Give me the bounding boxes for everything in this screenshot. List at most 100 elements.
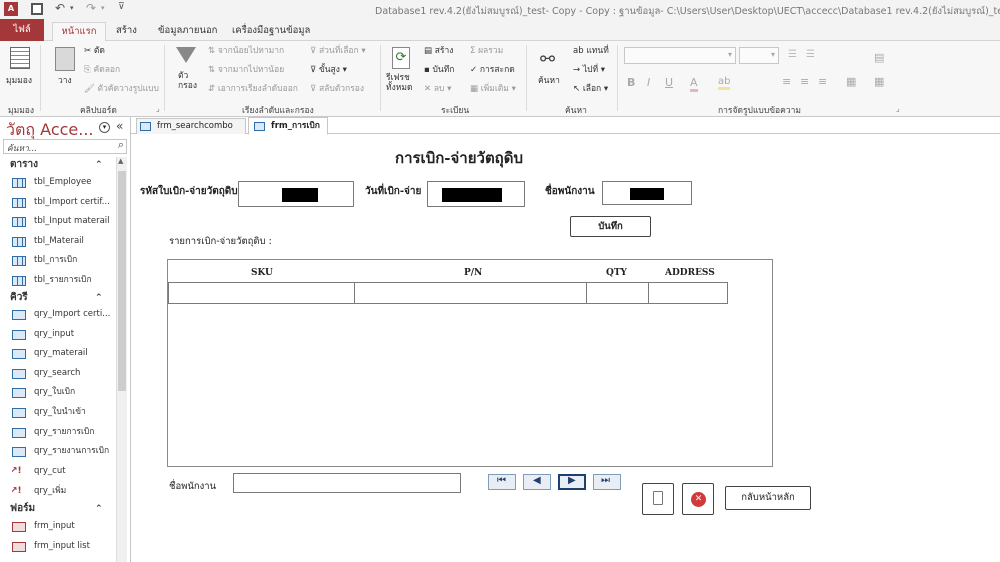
tab-home[interactable]: หน้าแรก	[52, 22, 106, 42]
refresh-all-button[interactable]: ⟳ รีเฟรช ทั้งหมด	[386, 45, 418, 97]
tab-external-data[interactable]: ข้อมูลภายนอก	[152, 22, 223, 41]
delete-record-button[interactable]	[642, 483, 674, 515]
find-button[interactable]: ⚯ ค้นหา	[534, 45, 568, 95]
advanced-button[interactable]: ⊽ ขั้นสูง ▾	[310, 64, 347, 76]
text-format-group-label: การจัดรูปแบบข้อความ	[718, 106, 801, 116]
withdraw-code-field[interactable]	[238, 181, 354, 207]
totals-button[interactable]: Σ ผลรวม	[470, 45, 503, 57]
bold-icon[interactable]: B	[627, 76, 635, 89]
nav-item[interactable]: qry_ใบนำเข้า	[12, 403, 126, 422]
font-name-select[interactable]: ▾	[624, 47, 736, 64]
close-form-button[interactable]: ✕	[682, 483, 714, 515]
nav-item[interactable]: qry_Import certi...	[12, 305, 126, 324]
paste-button[interactable]: วาง	[50, 45, 80, 93]
tab-database-tools[interactable]: เครื่องมือฐานข้อมูล	[226, 22, 316, 41]
nav-item[interactable]: tbl_รายการเบิก	[12, 271, 126, 290]
sku-input[interactable]	[168, 282, 355, 304]
fill-color-icon[interactable]: ▦	[846, 75, 856, 88]
format-painter-button[interactable]: 🖌 ตัวคัดวางรูปแบบ	[84, 83, 159, 95]
bullet-list-icon[interactable]: ☰	[788, 49, 797, 60]
nav-item[interactable]: qry_รายงานการเบิก	[12, 442, 126, 461]
remove-sort-button[interactable]: ⇵ เอาการเรียงลำดับออก	[208, 83, 298, 95]
toggle-filter-button[interactable]: ⊽ สลับตัวกรอง	[310, 83, 364, 95]
dialog-launcher-icon[interactable]: ⌟	[896, 104, 900, 113]
sort-ascending-button[interactable]: ⇅ จากน้อยไปหามาก	[208, 45, 284, 57]
undo-icon[interactable]: ↶	[55, 1, 65, 15]
align-left-icon[interactable]: ≡	[782, 75, 791, 88]
first-record-button[interactable]: ⏮	[488, 474, 516, 490]
employee-filter-input[interactable]	[233, 473, 461, 493]
delete-record-button[interactable]: ✕ ลบ ▾	[424, 83, 451, 95]
redo-icon[interactable]: ↷	[86, 1, 96, 15]
search-icon[interactable]: ⌕	[118, 138, 124, 152]
nav-item[interactable]: ↗! qry_เพิ่ม	[12, 482, 126, 501]
nav-item[interactable]: qry_input	[12, 325, 126, 344]
nav-item[interactable]: qry_ใบเบิก	[12, 383, 126, 402]
collapse-pane-icon[interactable]: «	[116, 119, 123, 133]
spelling-button[interactable]: ✓ การสะกด	[470, 64, 515, 76]
save-record-button[interactable]: ▪ บันทึก	[424, 64, 454, 76]
replace-label: แทนที่	[586, 46, 609, 56]
save-icon[interactable]	[31, 3, 43, 15]
tables-section-header[interactable]: ตาราง ⌃	[0, 156, 128, 174]
align-right-icon[interactable]: ≡	[818, 75, 827, 88]
nav-item[interactable]: tbl_Input materail	[12, 212, 126, 231]
previous-record-button[interactable]: ◀	[523, 474, 551, 490]
collapse-chevron-icon[interactable]: ⌃	[95, 156, 103, 174]
tab-file[interactable]: ไฟล์	[0, 19, 44, 41]
nav-item[interactable]: qry_รายการเบิก	[12, 423, 126, 442]
access-app-icon[interactable]: A	[4, 2, 18, 16]
font-color-icon[interactable]: A	[690, 76, 698, 92]
tab-frm-withdraw[interactable]: frm_การเบิก	[248, 117, 328, 135]
nav-item[interactable]: frm_input list	[12, 537, 126, 556]
goto-button[interactable]: → ไปที่ ▾	[573, 64, 605, 76]
collapse-chevron-icon[interactable]: ⌃	[95, 500, 103, 518]
redo-dropdown-icon[interactable]: ▾	[101, 4, 105, 12]
save-button[interactable]: บันทึก	[570, 216, 651, 237]
font-size-select[interactable]: ▾	[739, 47, 779, 64]
nav-item[interactable]: qry_materail	[12, 344, 126, 363]
withdraw-date-field[interactable]	[427, 181, 525, 207]
nav-item[interactable]: tbl_Employee	[12, 173, 126, 192]
next-record-button[interactable]: ▶	[558, 474, 586, 490]
address-input[interactable]	[648, 282, 728, 304]
new-record-button[interactable]: ▤ สร้าง	[424, 45, 453, 57]
dialog-launcher-icon[interactable]: ⌟	[156, 104, 160, 113]
copy-button[interactable]: ⎘ คัดลอก	[84, 64, 120, 76]
nav-item[interactable]: ↗! qry_cut	[12, 462, 126, 481]
nav-item[interactable]: tbl_Import certif...	[12, 193, 126, 212]
more-button[interactable]: ▦ เพิ่มเติม ▾	[470, 83, 516, 95]
replace-button[interactable]: ab แทนที่	[573, 45, 609, 57]
last-record-button[interactable]: ⏭	[593, 474, 621, 490]
align-center-icon[interactable]: ≡	[800, 75, 809, 88]
withdraw-items-subform[interactable]: SKU P/N QTY ADDRESS	[167, 259, 773, 467]
underline-icon[interactable]: U	[665, 76, 673, 89]
select-button[interactable]: ↖ เลือก ▾	[573, 83, 608, 95]
separator	[617, 45, 618, 111]
numbered-list-icon[interactable]: ☰	[806, 49, 815, 60]
italic-icon[interactable]: I	[647, 76, 650, 89]
highlight-icon[interactable]: ab	[718, 76, 731, 90]
alt-row-color-icon[interactable]: ▦	[874, 75, 884, 88]
pn-input[interactable]	[354, 282, 587, 304]
back-to-main-button[interactable]: กลับหน้าหลัก	[725, 486, 811, 510]
customize-toolbar-icon[interactable]: ⊽	[118, 2, 125, 12]
employee-name-field[interactable]	[602, 181, 692, 205]
nav-menu-icon[interactable]: ▾	[99, 122, 110, 133]
selection-button[interactable]: ⊽ ส่วนที่เลือก ▾	[310, 45, 366, 57]
nav-item[interactable]: tbl_Materail	[12, 232, 126, 251]
nav-item[interactable]: tbl_การเบิก	[12, 251, 126, 270]
filter-button[interactable]: ตัว กรอง	[172, 45, 200, 95]
nav-item[interactable]: frm_input	[12, 517, 126, 536]
forms-section-header[interactable]: ฟอร์ม ⌃	[0, 500, 128, 518]
nav-search-input[interactable]: ค้นหา... ⌕	[3, 138, 127, 154]
sort-descending-button[interactable]: ⇅ จากมากไปหาน้อย	[208, 64, 284, 76]
view-button[interactable]: มุมมอง	[6, 45, 36, 89]
cut-button[interactable]: ✂ ตัด	[84, 45, 105, 57]
tab-frm-searchcombo[interactable]: frm_searchcombo	[136, 118, 246, 134]
tab-create[interactable]: สร้าง	[110, 22, 143, 41]
qty-input[interactable]	[586, 282, 649, 304]
nav-item[interactable]: qry_search	[12, 364, 126, 383]
gridlines-icon[interactable]: ▤	[874, 51, 884, 64]
undo-dropdown-icon[interactable]: ▾	[70, 4, 74, 12]
